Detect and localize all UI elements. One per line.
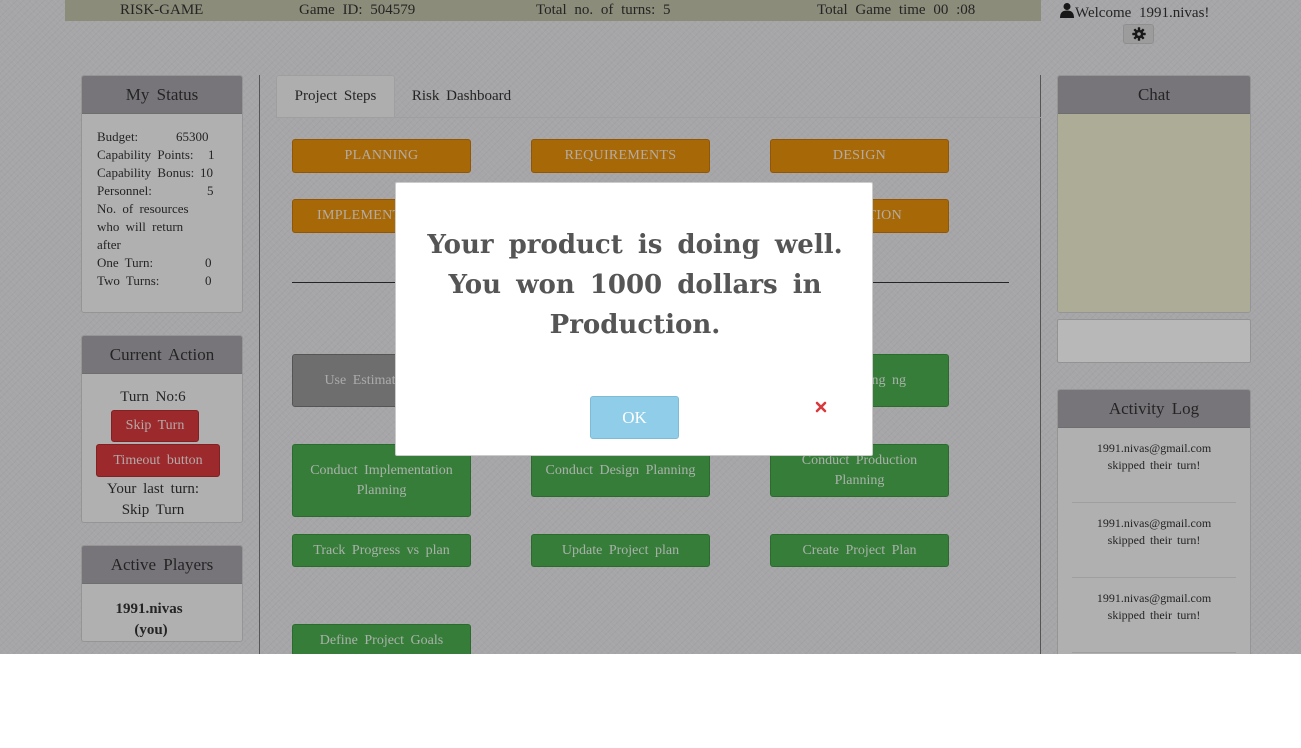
ok-button[interactable]: OK — [590, 396, 679, 439]
close-icon[interactable] — [815, 401, 827, 413]
result-dialog: Your product is doing well. You won 1000… — [395, 182, 873, 456]
dialog-message: Your product is doing well. You won 1000… — [427, 230, 843, 340]
game-screen: RISK-GAME Game ID: 504579 Total no. of t… — [0, 0, 1301, 654]
